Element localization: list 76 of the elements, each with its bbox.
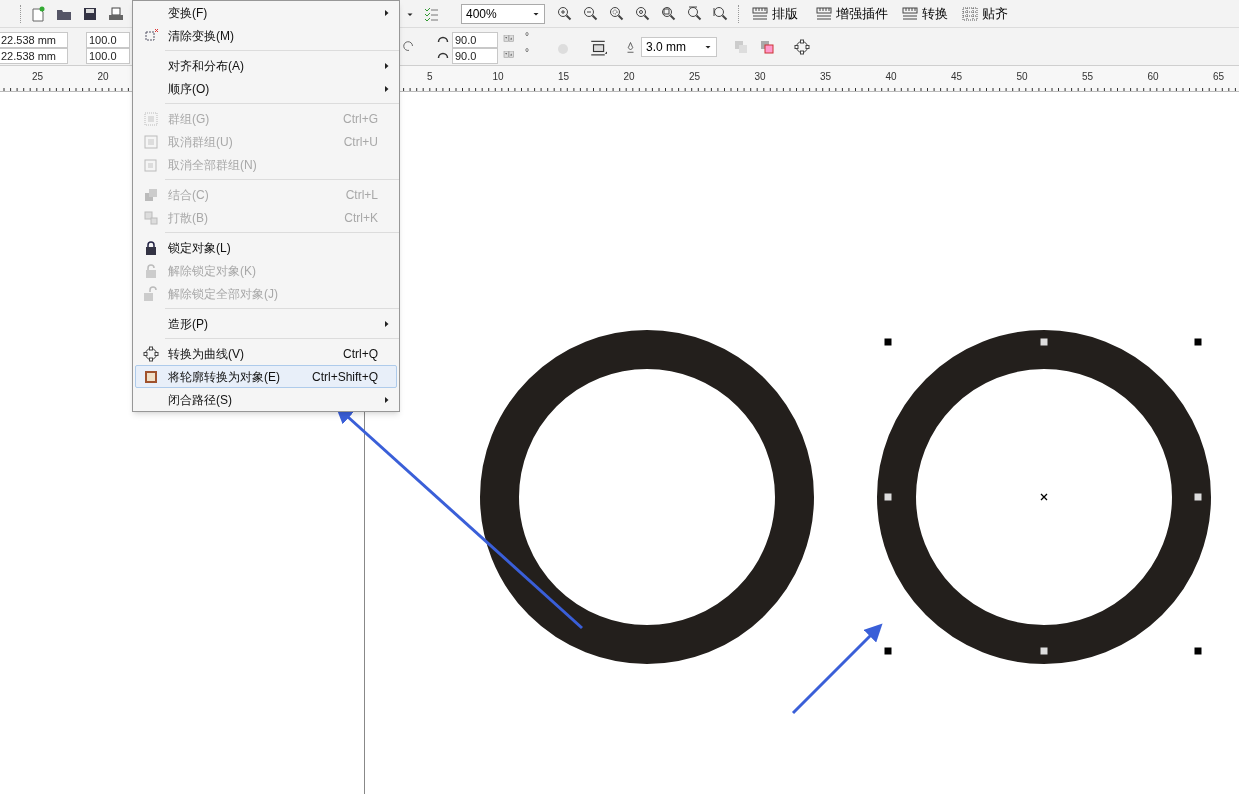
ruler-label: 25 — [689, 70, 701, 84]
ruler-label: 30 — [754, 70, 766, 84]
ungroup-icon — [143, 156, 159, 173]
ruler-label: 20 — [97, 70, 109, 84]
checklist-icon[interactable] — [423, 6, 439, 22]
ruler-label: 20 — [623, 70, 635, 84]
menu-item[interactable]: 将轮廓转换为对象(E) Ctrl+Shift+Q — [135, 365, 397, 388]
menu-item[interactable]: 转换为曲线(V) Ctrl+Q — [135, 342, 397, 365]
layers-icon[interactable] — [759, 39, 775, 55]
submenu-arrow-icon — [383, 395, 391, 404]
zoom-dropdown[interactable]: 400% — [461, 4, 545, 24]
ruler-label: 55 — [1082, 70, 1094, 84]
ruler-label: 40 — [885, 70, 897, 84]
toolbar-button[interactable]: 转换 — [898, 3, 952, 25]
new-document-icon[interactable] — [30, 6, 46, 22]
menu-item[interactable]: 闭合路径(S) — [135, 388, 397, 411]
ruler-label: 35 — [820, 70, 832, 84]
ruler-label: 45 — [951, 70, 963, 84]
ruler-label: 65 — [1213, 70, 1225, 84]
ruler-label: 10 — [492, 70, 504, 84]
ruler-label: 25 — [32, 70, 44, 84]
outline-width-dropdown[interactable]: 3.0 mm — [641, 37, 717, 57]
toolbar-button[interactable]: 排版 — [748, 3, 802, 25]
clear-transform-icon — [143, 27, 159, 44]
ruler-label: 60 — [1147, 70, 1159, 84]
ruler-icon — [816, 6, 832, 22]
menu-item[interactable]: 顺序(O) — [135, 77, 397, 100]
y-position-field[interactable]: 22.538 mm — [0, 48, 68, 64]
ruler-label: 50 — [1016, 70, 1028, 84]
unlock-icon — [143, 285, 159, 302]
break-apart-icon — [143, 209, 159, 226]
menu-item[interactable]: 清除变换(M) — [135, 24, 397, 47]
caret-icon — [704, 43, 712, 51]
submenu-arrow-icon — [383, 84, 391, 93]
node-circle-icon — [143, 345, 159, 362]
menu-item[interactable]: 对齐和分布(A) — [135, 54, 397, 77]
zoom-out-icon[interactable] — [583, 6, 599, 22]
menu-item[interactable]: 变换(F) — [135, 1, 397, 24]
group-icon — [143, 110, 159, 127]
lock-icon — [143, 239, 159, 256]
zoom-icon[interactable] — [609, 6, 625, 22]
menu-item[interactable]: 锁定对象(L) — [135, 236, 397, 259]
scale-field[interactable]: 100.0 — [86, 48, 130, 64]
zoom-page-icon[interactable] — [661, 6, 677, 22]
angle-field[interactable]: 90.0 — [452, 32, 498, 48]
menu-item[interactable]: 造形(P) — [135, 312, 397, 335]
submenu-arrow-icon — [383, 61, 391, 70]
print-icon[interactable] — [108, 6, 124, 22]
zoom-width-icon[interactable] — [687, 6, 703, 22]
degree-symbol: ° — [525, 30, 529, 44]
selected-ring[interactable] — [877, 330, 1211, 664]
ring[interactable] — [480, 330, 814, 664]
scale-field[interactable]: 100.0 — [86, 32, 130, 48]
wrap-text-icon[interactable] — [589, 38, 607, 56]
angle-field[interactable]: 90.0 — [452, 48, 498, 64]
ruler-icon — [902, 6, 918, 22]
ruler-icon — [752, 6, 768, 22]
zoom-icon[interactable] — [635, 6, 651, 22]
zoom-height-icon[interactable] — [713, 6, 729, 22]
submenu-arrow-icon — [383, 8, 391, 17]
ungroup-icon — [143, 133, 159, 150]
combine-icon — [143, 186, 159, 203]
save-icon[interactable] — [82, 6, 98, 22]
degree-symbol: ° — [525, 46, 529, 60]
ruler-label: 5 — [427, 70, 433, 84]
ruler-label: 15 — [558, 70, 570, 84]
caret-icon — [532, 10, 540, 18]
toolbar-button[interactable]: 贴齐 — [958, 3, 1012, 25]
outline-square-icon — [143, 368, 159, 385]
unlock-icon — [143, 262, 159, 279]
node-circle-icon[interactable] — [794, 39, 810, 55]
submenu-arrow-icon — [383, 319, 391, 328]
toolbar-button[interactable]: 增强插件 — [812, 3, 892, 25]
grid-icon — [962, 6, 978, 22]
x-position-field[interactable]: 22.538 mm — [0, 32, 68, 48]
zoom-in-icon[interactable] — [557, 6, 573, 22]
